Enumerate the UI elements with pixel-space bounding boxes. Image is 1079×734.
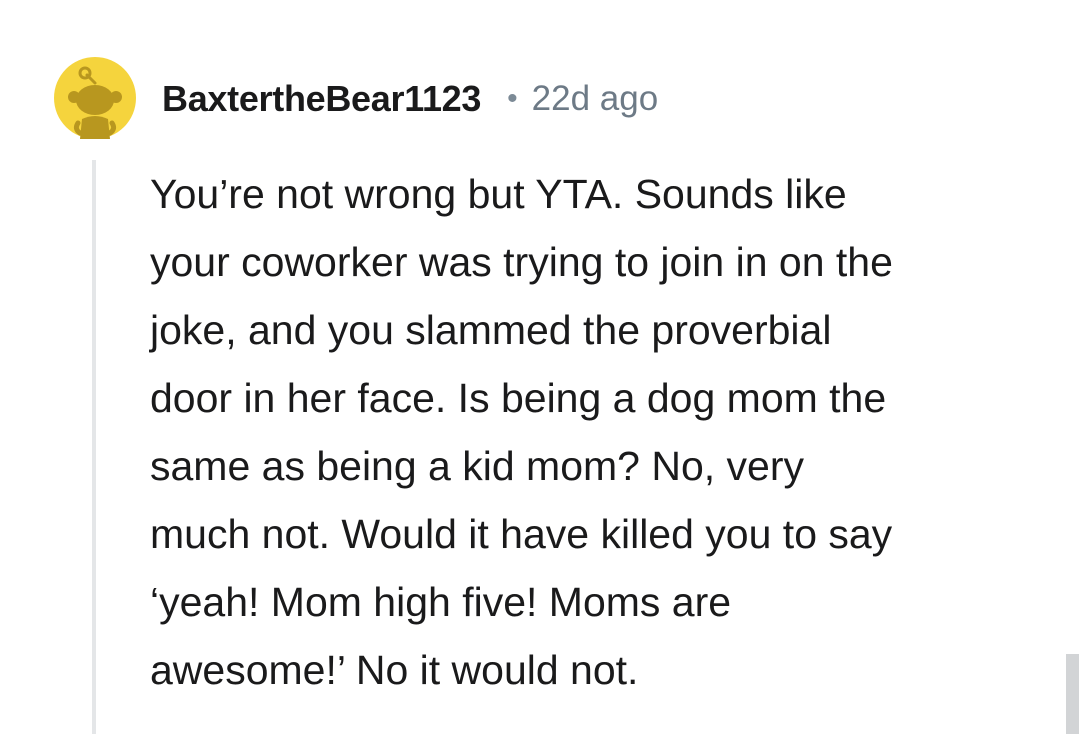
comment-header: BaxtertheBear1123 • 22d ago (162, 74, 658, 124)
meta-separator: • (507, 82, 518, 115)
comment-body-line: joke, and you slammed the proverbial (150, 307, 832, 353)
comment-timestamp[interactable]: 22d ago (532, 79, 659, 119)
user-avatar-icon[interactable] (54, 57, 136, 139)
comment-body-line: ‘yeah! Mom high five! Moms are (150, 579, 732, 625)
comment-body-line: You’re not wrong but YTA. Sounds like (150, 171, 847, 217)
comment-body-line: same as being a kid mom? No, very (150, 443, 804, 489)
comment-body-line: awesome!’ No it would not. (150, 647, 639, 693)
comment: BaxtertheBear1123 • 22d ago You’re not w… (0, 0, 1079, 734)
comment-body: You’re not wrong but YTA. Sounds like yo… (150, 160, 1050, 704)
comment-body-line: much not. Would it have killed you to sa… (150, 511, 893, 557)
thread-collapse-line[interactable] (92, 160, 96, 734)
comment-body-line: door in her face. Is being a dog mom the (150, 375, 887, 421)
comment-body-line: your coworker was trying to join in on t… (150, 239, 893, 285)
reddit-snoo-avatar-icon (54, 57, 136, 139)
comment-author[interactable]: BaxtertheBear1123 (162, 78, 481, 120)
scrollbar-thumb[interactable] (1066, 654, 1079, 734)
